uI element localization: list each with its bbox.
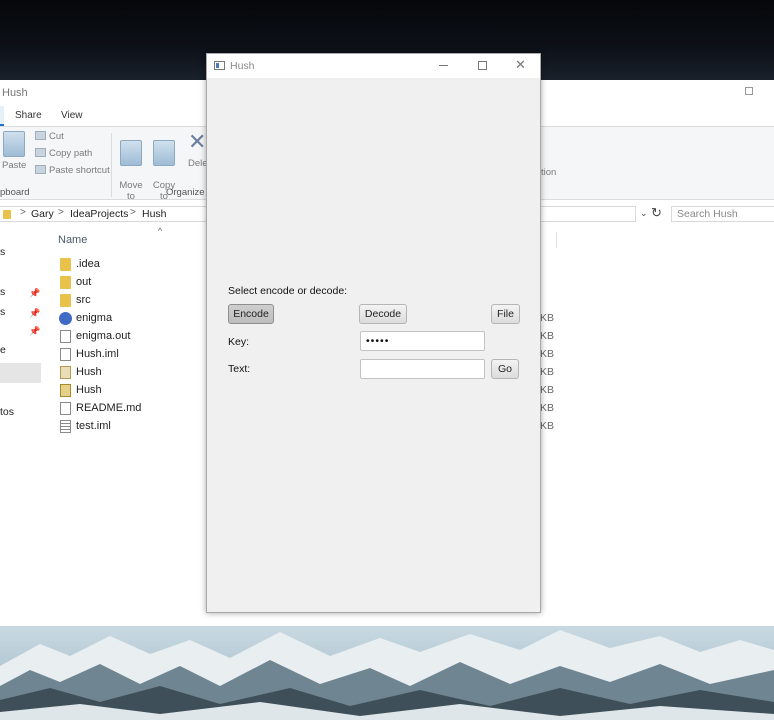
column-header-name[interactable]: Name <box>58 234 87 246</box>
minimize-button[interactable] <box>422 54 462 78</box>
file-size: KB <box>540 366 555 378</box>
tab-view[interactable]: View <box>61 110 83 121</box>
delete-x-icon: ✕ <box>188 129 207 154</box>
sort-up-icon: ^ <box>158 226 163 236</box>
copy-path-button[interactable]: Copy path <box>35 148 92 159</box>
cut-button[interactable]: Cut <box>35 131 64 142</box>
file-java-icon <box>60 366 71 379</box>
paste-shortcut-label: Paste shortcut <box>49 165 110 176</box>
chevron-right-icon: > <box>58 207 64 218</box>
search-box[interactable] <box>671 206 774 222</box>
file-cpp-icon <box>59 312 72 325</box>
go-button[interactable]: Go <box>491 359 519 379</box>
chevron-right-icon: > <box>130 207 136 218</box>
file-lines-icon <box>60 420 71 433</box>
search-input[interactable] <box>677 208 773 220</box>
file-name: .idea <box>76 258 100 270</box>
chevron-right-icon: > <box>20 207 26 218</box>
folder-icon <box>60 294 71 307</box>
move-to-button[interactable]: Move to <box>118 129 144 202</box>
paste-shortcut-button[interactable]: Paste shortcut <box>35 165 110 176</box>
paste-button[interactable]: Paste <box>2 131 26 171</box>
breadcrumb-gary[interactable]: Gary <box>31 208 54 220</box>
file-size: KB <box>540 312 555 324</box>
file-jar-icon <box>60 384 71 397</box>
chevron-down-icon[interactable]: ⌄ <box>640 208 648 219</box>
explorer-title: Hush <box>2 87 28 99</box>
paste-shortcut-icon <box>35 165 46 174</box>
file-name: README.md <box>76 402 142 414</box>
file-name: Hush <box>76 384 102 396</box>
key-label: Key: <box>228 336 250 348</box>
clipboard-icon <box>3 131 25 157</box>
file-doc-icon <box>60 348 71 361</box>
cut-label: Cut <box>49 131 64 142</box>
close-button[interactable]: ✕ <box>500 54 540 78</box>
key-password-field[interactable] <box>360 331 485 351</box>
desktop-wallpaper-mountains <box>0 626 774 720</box>
close-icon: ✕ <box>515 57 526 72</box>
hush-app-window: Hush ✕ Select encode or decode: Encode D… <box>206 53 541 613</box>
file-name: enigma <box>76 312 113 324</box>
file-doc-icon <box>60 330 71 343</box>
file-doc-icon <box>60 402 71 415</box>
column-divider <box>556 232 557 248</box>
nav-selected-highlight[interactable] <box>0 363 41 383</box>
delete-label: Dele <box>188 158 208 169</box>
copy-path-icon <box>35 148 46 157</box>
maximize-button[interactable] <box>462 54 502 78</box>
file-size: KB <box>540 384 555 396</box>
file-size: KB <box>540 348 555 360</box>
file-name: enigma.out <box>76 330 131 342</box>
organize-group-label: Organize <box>166 187 205 198</box>
navigation-pane: s s 📌 s 📌 📌 e tos <box>0 226 44 626</box>
nav-item[interactable]: s <box>0 246 5 258</box>
folder-icon <box>60 258 71 271</box>
pin-icon[interactable]: 📌 <box>29 288 40 299</box>
maximize-icon[interactable] <box>745 87 753 95</box>
hush-window-title: Hush <box>230 60 255 72</box>
pin-icon[interactable]: 📌 <box>29 308 40 319</box>
move-to-icon <box>120 140 142 166</box>
move-to-label: Move to <box>119 180 143 202</box>
nav-item[interactable]: e <box>0 344 6 356</box>
tab-share[interactable]: Share <box>15 110 42 121</box>
breadcrumb-ideaprojects[interactable]: IdeaProjects <box>70 208 128 220</box>
ribbon-separator <box>111 133 112 197</box>
text-input[interactable] <box>360 359 485 379</box>
nav-item[interactable]: s <box>0 306 5 318</box>
ribbon-partial-label: tion <box>541 167 557 178</box>
file-size: KB <box>540 420 555 432</box>
refresh-icon[interactable]: ↻ <box>651 205 662 221</box>
file-size: KB <box>540 330 555 342</box>
file-name: Hush <box>76 366 102 378</box>
app-window-icon <box>214 61 225 70</box>
tab-home[interactable] <box>0 106 4 126</box>
file-size: KB <box>540 402 555 414</box>
delete-button[interactable]: ✕ Dele <box>188 129 208 169</box>
text-label: Text: <box>228 363 251 375</box>
mode-prompt-label: Select encode or decode: <box>228 285 348 297</box>
file-button[interactable]: File <box>491 304 520 324</box>
copy-to-icon <box>153 140 175 166</box>
nav-item[interactable]: s <box>0 286 5 298</box>
clipboard-group-label: pboard <box>0 187 30 198</box>
file-name: test.iml <box>76 420 111 432</box>
maximize-icon <box>478 61 487 70</box>
pin-icon[interactable]: 📌 <box>29 326 40 337</box>
folder-icon <box>60 276 71 289</box>
decode-button[interactable]: Decode <box>359 304 407 324</box>
breadcrumb-hush[interactable]: Hush <box>142 208 167 220</box>
scissors-icon <box>35 131 46 140</box>
folder-icon <box>3 210 11 219</box>
paste-label: Paste <box>2 160 27 171</box>
hush-titlebar[interactable]: Hush ✕ <box>207 54 540 78</box>
encode-button[interactable]: Encode <box>228 304 274 324</box>
nav-item[interactable]: tos <box>0 406 14 418</box>
file-name: out <box>76 276 92 288</box>
copy-path-label: Copy path <box>49 148 93 159</box>
file-name: Hush.iml <box>76 348 119 360</box>
file-name: src <box>76 294 91 306</box>
minimize-icon <box>439 65 448 66</box>
